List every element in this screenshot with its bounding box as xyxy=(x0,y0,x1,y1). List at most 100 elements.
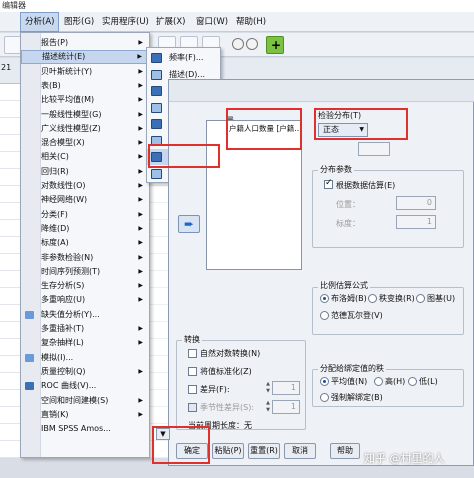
analyze-menu-item[interactable]: 时间序列预测(T) ▶ xyxy=(21,265,149,279)
arrow-right-icon: ➨ xyxy=(183,217,195,231)
analyze-menu-item-label: 对数线性(O) xyxy=(41,181,86,190)
submenu-item-icon xyxy=(151,135,162,146)
analyze-menu-item-label: ROC 曲线(V)... xyxy=(41,381,97,391)
submenu-arrow-icon: ▶ xyxy=(138,153,143,161)
radio-low[interactable] xyxy=(408,377,417,386)
low-label: 低(L) xyxy=(419,377,438,386)
analyze-menu-item[interactable]: 分类(F) ▶ xyxy=(21,208,149,222)
analyze-menu-item[interactable]: 比较平均值(M) ▶ xyxy=(21,93,149,107)
circle-icon[interactable] xyxy=(232,38,244,50)
cancel-button[interactable]: 取消 xyxy=(284,443,316,459)
analyze-menu-item-label: 相关(C) xyxy=(41,152,69,162)
analyze-menu-item-label: 非参数检验(N) xyxy=(41,252,94,262)
variable-item[interactable]: 户籍人口数量 [户籍... xyxy=(229,123,299,135)
analyze-menu-item[interactable]: 相关(C) ▶ xyxy=(21,150,149,164)
analyze-menu-item-label: 一般线性模型(G) xyxy=(41,109,102,119)
analyze-menu-item-label: 多重插补(T) xyxy=(41,324,85,333)
radio-tukey[interactable] xyxy=(416,294,425,303)
circle-icon[interactable] xyxy=(246,38,258,50)
scale-field[interactable]: 1 xyxy=(396,215,436,229)
analyze-menu-item[interactable]: 广义线性模型(Z) ▶ xyxy=(21,122,149,136)
radio-high[interactable] xyxy=(374,377,383,386)
move-variable-button[interactable]: ➨ xyxy=(178,215,200,233)
analyze-menu-item[interactable]: 多重插补(T) ▶ xyxy=(21,322,149,336)
analyze-menu-item[interactable]: 神经网络(W) ▶ xyxy=(21,193,149,207)
radio-mean[interactable] xyxy=(320,377,329,386)
analyze-menu-item[interactable]: IBM SPSS Amos... xyxy=(21,422,149,436)
analyze-menu-item[interactable]: 回归(R) ▶ xyxy=(21,165,149,179)
analyze-menu-item[interactable]: 降维(D) ▶ xyxy=(21,222,149,236)
estimate-label: 根据数据估算(E) xyxy=(336,181,396,190)
analyze-menu-item[interactable]: 报告(P) ▶ xyxy=(21,36,149,50)
variables-listbox[interactable]: 户籍人口数量 [户籍... xyxy=(206,120,302,270)
submenu-arrow-icon: ▶ xyxy=(138,81,143,89)
menu-window[interactable]: 窗口(W) xyxy=(192,12,232,32)
seasonal-difference-checkbox[interactable] xyxy=(188,403,197,412)
test-distribution-label: 检验分布(T) xyxy=(318,111,362,120)
radio-van-der-waerden[interactable] xyxy=(320,311,329,320)
scale-label: 标度： xyxy=(336,219,360,228)
analyze-menu-item[interactable]: 非参数检验(N) ▶ xyxy=(21,251,149,265)
analyze-menu-item[interactable]: 表(B) ▶ xyxy=(21,79,149,93)
analyze-menu-item[interactable]: 对数线性(O) ▶ xyxy=(21,179,149,193)
ok-button[interactable]: 确定 xyxy=(176,443,208,459)
high-label: 高(H) xyxy=(385,377,406,386)
analyze-menu-item-label: 贝叶斯统计(Y) xyxy=(41,66,93,76)
submenu-arrow-icon: ▶ xyxy=(138,367,143,375)
df-field[interactable] xyxy=(358,142,390,156)
menu-item-icon xyxy=(25,310,34,319)
analyze-menu-item[interactable]: ROC 曲线(V)... xyxy=(21,379,149,393)
analyze-menu-item[interactable]: 标度(A) ▶ xyxy=(21,236,149,250)
break-ties-label: 强制解绑定(B) xyxy=(331,393,383,402)
standardize-checkbox[interactable] xyxy=(188,367,197,376)
transform-title: 转换 xyxy=(182,334,202,345)
submenu-arrow-icon: ▶ xyxy=(138,39,143,46)
test-distribution-select[interactable]: 正态 ▼ xyxy=(318,123,368,137)
submenu-item-icon xyxy=(151,152,162,162)
estimate-checkbox[interactable] xyxy=(324,178,333,189)
analyze-menu-item[interactable]: 复杂抽样(L) ▶ xyxy=(21,336,149,350)
analyze-menu-item[interactable]: 多重响应(U) ▶ xyxy=(21,293,149,307)
help-button[interactable]: 帮助 xyxy=(330,443,360,459)
submenu-item[interactable]: 频率(F)... xyxy=(147,50,220,66)
log-transform-label: 自然对数转换(N) xyxy=(200,349,261,358)
analyze-menu-item[interactable]: 空间和时间建模(S) ▶ xyxy=(21,394,149,408)
seasonal-difference-field[interactable]: 1 xyxy=(272,400,300,414)
analyze-menu-item[interactable]: 混合模型(X) ▶ xyxy=(21,136,149,150)
log-transform-checkbox[interactable] xyxy=(188,349,197,358)
analyze-menu-item[interactable]: 直销(K) ▶ xyxy=(21,408,149,422)
radio-break-ties[interactable] xyxy=(320,393,329,402)
menu-utilities[interactable]: 实用程序(U) xyxy=(98,12,153,32)
distribution-params-title: 分布参数 xyxy=(318,164,354,175)
analyze-menu-item[interactable]: 质量控制(Q) ▶ xyxy=(21,365,149,379)
difference-spinner[interactable]: ▲ ▼ xyxy=(264,381,272,395)
radio-blom[interactable] xyxy=(320,294,329,303)
analyze-menu-item[interactable]: 贝叶斯统计(Y) ▶ xyxy=(21,65,149,79)
seasonal-difference-label: 季节性差异(S): xyxy=(200,403,255,412)
analyze-menu-item[interactable]: 模拟(I)... xyxy=(21,351,149,365)
menu-extensions[interactable]: 扩展(X) xyxy=(152,12,189,32)
seasonal-difference-spinner[interactable]: ▲ ▼ xyxy=(264,400,272,414)
add-icon[interactable] xyxy=(266,36,284,54)
difference-checkbox[interactable] xyxy=(188,385,197,394)
difference-field[interactable]: 1 xyxy=(272,381,300,395)
menu-graphs[interactable]: 图形(G) xyxy=(60,12,98,32)
analyze-menu-item[interactable]: 描述统计(E) ▶ xyxy=(21,50,149,65)
scroll-down-icon[interactable]: ▼ xyxy=(156,428,170,440)
paste-button[interactable]: 粘贴(P) xyxy=(212,443,244,459)
analyze-menu-item[interactable]: 缺失值分析(Y)... xyxy=(21,308,149,322)
analyze-menu-item-label: 模拟(I)... xyxy=(41,352,74,362)
radio-rankit[interactable] xyxy=(368,294,377,303)
location-field[interactable]: 0 xyxy=(396,196,436,210)
reset-button[interactable]: 重置(R) xyxy=(248,443,280,459)
menu-help[interactable]: 帮助(H) xyxy=(232,12,270,32)
submenu-arrow-icon: ▶ xyxy=(138,224,143,232)
submenu-item-label: 频率(F)... xyxy=(169,53,204,62)
watermark: 知乎 @村里的人 xyxy=(364,452,445,465)
analyze-menu-item[interactable]: 生存分析(S) ▶ xyxy=(21,279,149,293)
blom-label: 布洛姆(B) xyxy=(331,294,367,303)
submenu-arrow-icon: ▶ xyxy=(138,325,143,332)
analyze-menu-item[interactable]: 一般线性模型(G) ▶ xyxy=(21,108,149,122)
menu-analyze[interactable]: 分析(A) xyxy=(20,12,60,32)
analyze-menu-item-label: 空间和时间建模(S) xyxy=(41,395,109,405)
